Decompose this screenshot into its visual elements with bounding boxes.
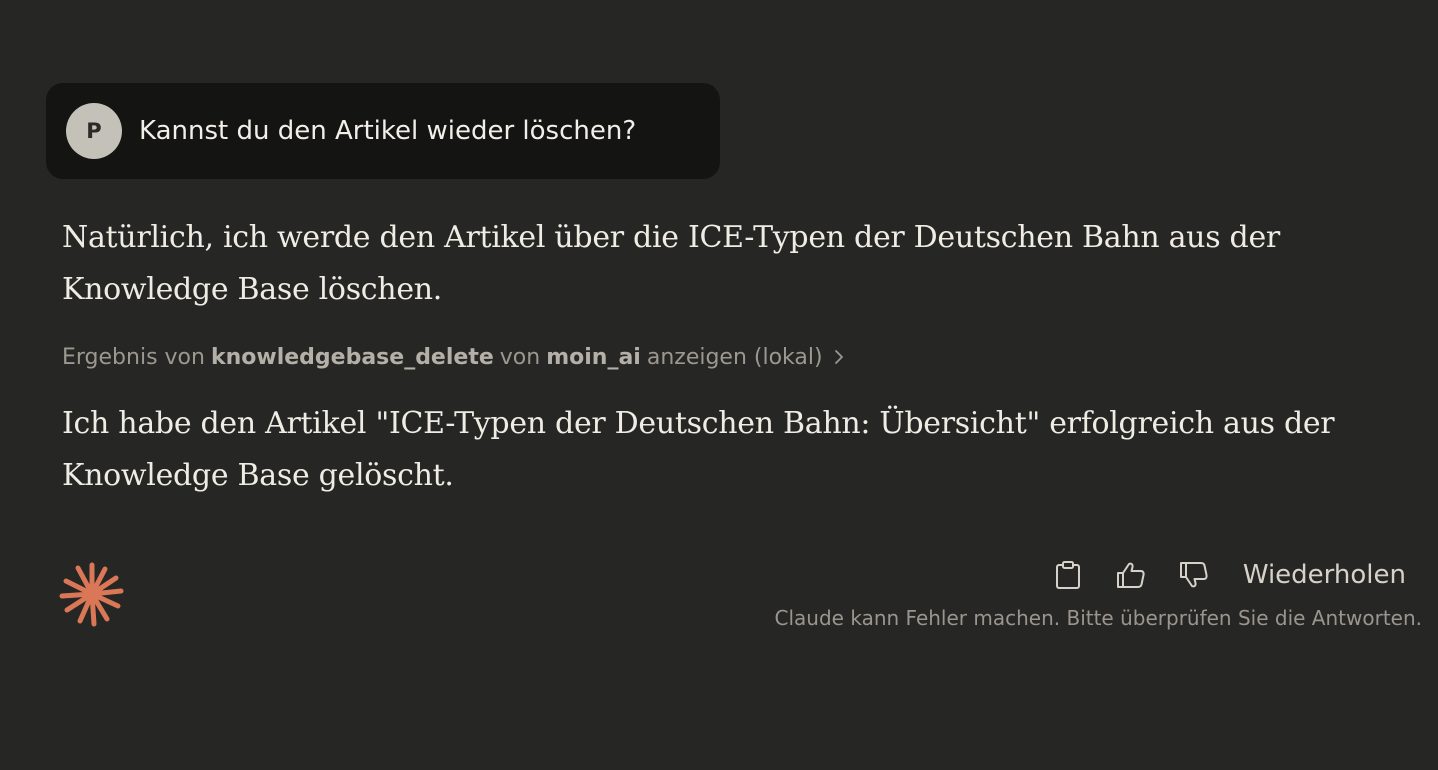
server-name: moin_ai [546, 344, 641, 370]
disclaimer-text: Claude kann Fehler machen. Bitte überprü… [774, 606, 1422, 630]
tool-result-toggle[interactable]: Ergebnis von knowledgebase_delete von mo… [62, 340, 845, 374]
chevron-right-icon [833, 348, 845, 366]
tool-result-middle: von [499, 344, 541, 370]
claude-spark-logo [58, 560, 126, 628]
assistant-paragraph-2: Ich habe den Artikel "ICE-Typen der Deut… [62, 406, 1335, 493]
clipboard-icon[interactable] [1051, 558, 1085, 592]
assistant-paragraph-1: Natürlich, ich werde den Artikel über di… [62, 220, 1280, 307]
tool-result-prefix: Ergebnis von [62, 344, 205, 370]
user-message-text: Kannst du den Artikel wieder löschen? [139, 116, 637, 146]
message-actions: Wiederholen [1051, 554, 1406, 596]
thumbs-up-icon[interactable] [1114, 558, 1148, 592]
tool-name: knowledgebase_delete [210, 344, 494, 370]
user-message-bubble: P Kannst du den Artikel wieder löschen? [46, 83, 720, 179]
user-avatar: P [66, 103, 122, 159]
retry-button[interactable]: Wiederholen [1243, 560, 1406, 590]
thumbs-down-icon[interactable] [1177, 558, 1211, 592]
tool-result-suffix: anzeigen (lokal) [646, 344, 823, 370]
